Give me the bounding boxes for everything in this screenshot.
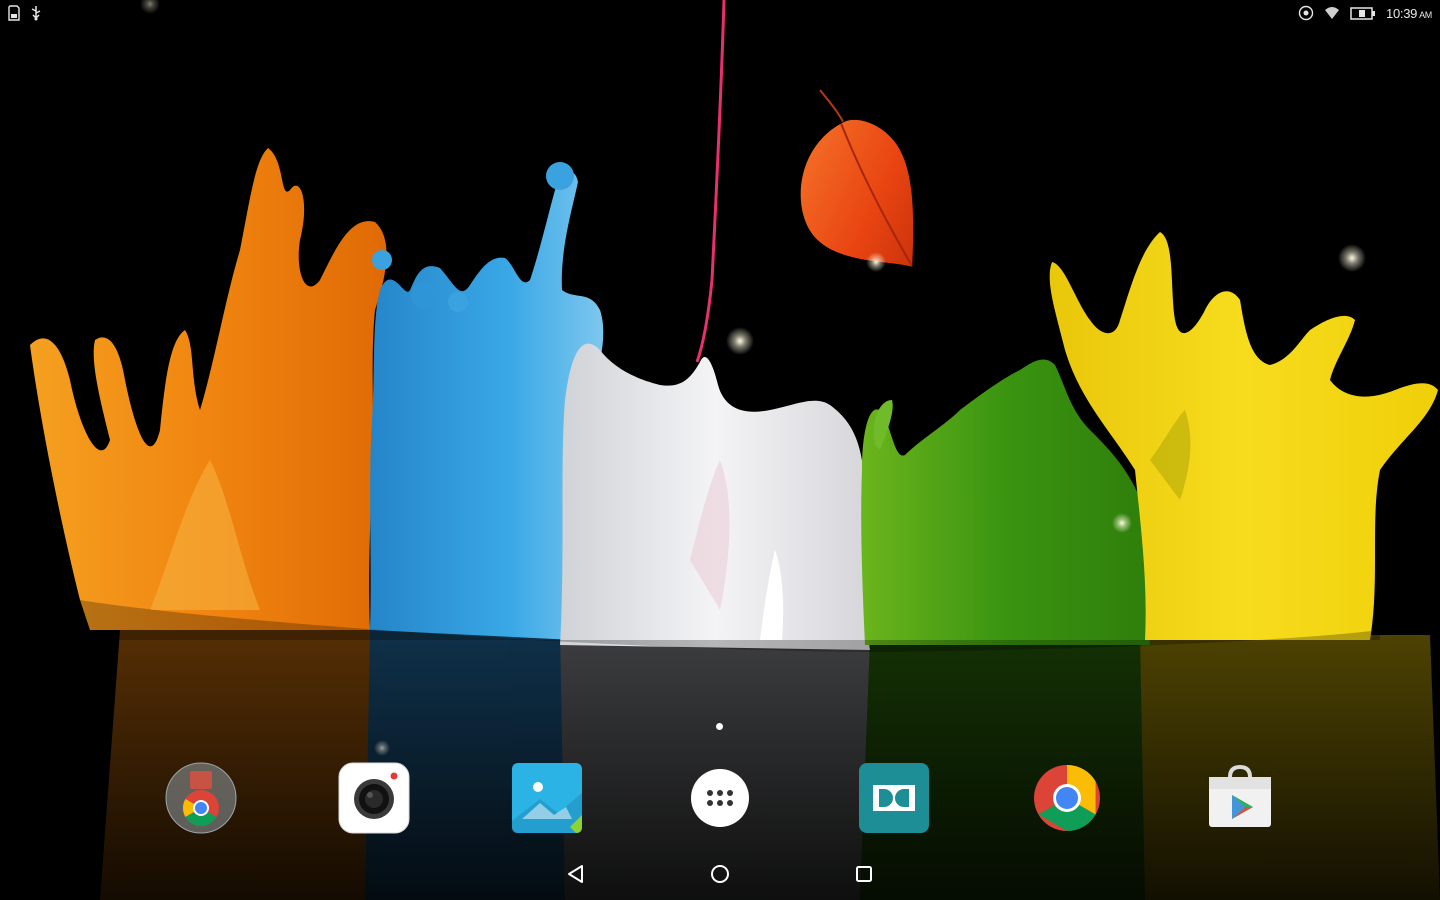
navigation-bar: [0, 852, 1440, 896]
gallery-app[interactable]: [509, 760, 585, 836]
status-notifications: [6, 5, 44, 21]
dolby-icon: [859, 763, 929, 833]
sd-card-icon: [8, 5, 20, 21]
usb-icon: [31, 6, 41, 21]
home-screen: 10:39 AM: [0, 0, 1440, 900]
status-clock: 10:39 AM: [1386, 6, 1432, 21]
sync-icon: [1298, 5, 1314, 21]
dock: [0, 760, 1440, 836]
battery-icon: [1350, 7, 1376, 20]
clock-ampm: AM: [1419, 9, 1432, 20]
home-icon: [711, 865, 729, 883]
app-drawer-button[interactable]: [682, 760, 758, 836]
camera-app[interactable]: [336, 760, 412, 836]
chrome-folder-icon: [165, 762, 237, 834]
play-store-app[interactable]: [1202, 760, 1278, 836]
dolby-app[interactable]: [856, 760, 932, 836]
apps-grid-icon: [691, 769, 749, 827]
gallery-icon: [512, 763, 582, 833]
page-indicator-dot: [716, 723, 723, 730]
google-folder[interactable]: [163, 760, 239, 836]
home-button[interactable]: [702, 860, 738, 888]
back-icon: [568, 865, 583, 883]
chrome-icon: [1034, 764, 1100, 832]
clock-time: 10:39: [1386, 5, 1418, 21]
recents-icon: [856, 866, 872, 882]
chrome-app[interactable]: [1029, 760, 1105, 836]
status-bar: 10:39 AM: [0, 0, 1440, 30]
recents-button[interactable]: [846, 860, 882, 888]
wifi-icon: [1325, 7, 1340, 19]
back-button[interactable]: [558, 860, 594, 888]
play-store-icon: [1209, 764, 1271, 827]
camera-icon: [338, 762, 410, 834]
status-system-icons: 10:39 AM: [1298, 5, 1432, 21]
